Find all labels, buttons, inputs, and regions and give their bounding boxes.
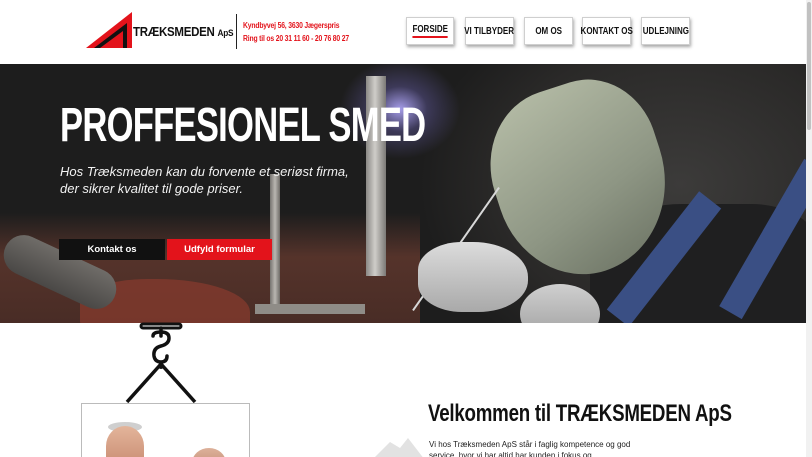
hero-glove	[418, 242, 528, 312]
hero-glove-right	[520, 284, 600, 323]
logo-text: TRÆKSMEDEN ApS	[133, 25, 234, 39]
logo-triangle-icon	[86, 12, 132, 48]
intro-text: Vi hos Træksmeden ApS står i faglig komp…	[429, 440, 631, 457]
nav-udlejning[interactable]: UDLEJNING	[641, 17, 690, 45]
contact-info: Kyndbyvej 56, 3630 Jægerspris Ring til o…	[243, 19, 349, 45]
team-photo-sign	[81, 403, 250, 457]
mountain-icon	[375, 438, 423, 457]
address-text: Kyndbyvej 56, 3630 Jægerspris	[243, 21, 340, 30]
nav-om-os[interactable]: OM OS	[524, 17, 573, 45]
contact-us-button[interactable]: Kontakt os	[59, 239, 165, 260]
nav-vi-tilbyder[interactable]: VI TILBYDER	[465, 17, 514, 45]
hero-stand-base	[255, 304, 365, 314]
phone-text[interactable]: Ring til os 20 31 11 60 - 20 76 80 27	[243, 32, 349, 45]
person-photo-second	[192, 448, 226, 457]
hero-subtitle: Hos Træksmeden kan du forvente et seriøs…	[60, 164, 349, 196]
nav-forside[interactable]: FORSIDE	[406, 17, 454, 45]
welcome-title: Velkommen til TRÆKSMEDEN ApS	[428, 400, 732, 427]
header-divider	[236, 14, 237, 49]
person-photo	[106, 426, 144, 457]
logo[interactable]: TRÆKSMEDEN ApS	[86, 11, 236, 51]
site-header: TRÆKSMEDEN ApS Kyndbyvej 56, 3630 Jægers…	[0, 0, 806, 64]
fill-form-button[interactable]: Udfyld formular	[167, 239, 272, 260]
hero-banner: PROFFESIONEL SMED Hos Træksmeden kan du …	[0, 64, 806, 323]
nav-kontakt-os[interactable]: KONTAKT OS	[580, 17, 633, 45]
hero-title: PROFFESIONEL SMED	[60, 99, 426, 152]
crane-hook-icon	[125, 322, 197, 404]
scrollbar-thumb[interactable]	[807, 2, 811, 130]
